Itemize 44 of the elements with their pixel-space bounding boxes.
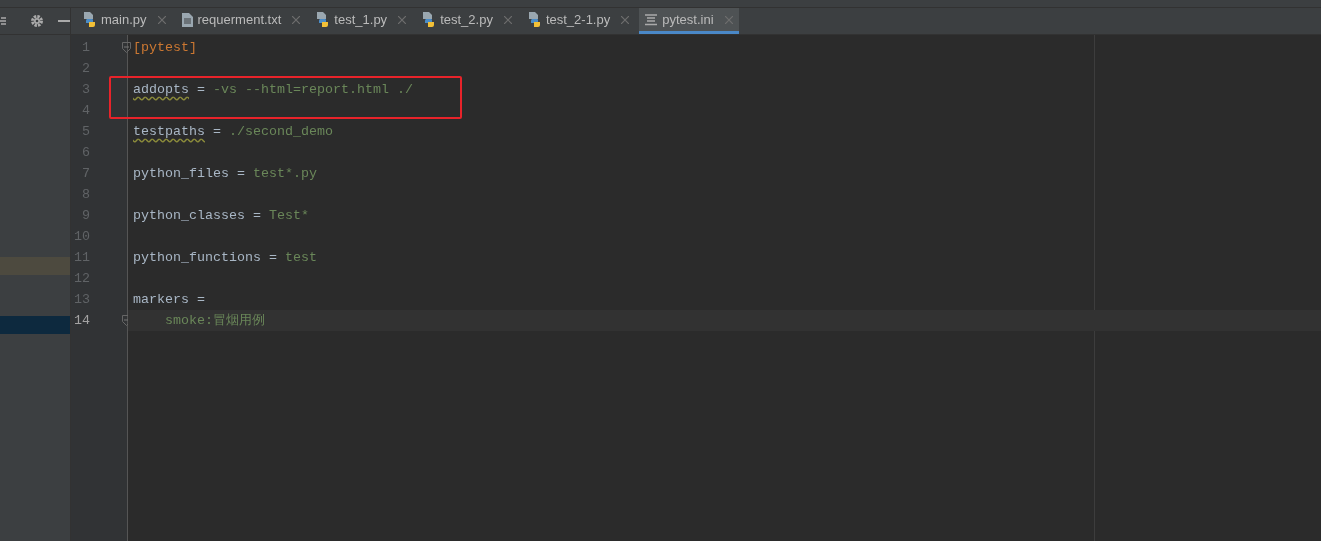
config-key: python_classes <box>133 208 245 223</box>
config-value: Test* <box>269 208 309 223</box>
equals-sign: = <box>251 208 262 223</box>
close-icon[interactable] <box>398 15 407 24</box>
file-tab[interactable]: main.py <box>77 8 172 34</box>
highlighted-row <box>0 257 70 275</box>
text-file-icon <box>181 12 193 27</box>
collapse-icon[interactable] <box>0 15 6 27</box>
close-icon[interactable] <box>292 15 301 24</box>
fold-icon[interactable] <box>122 315 131 326</box>
python-file-icon <box>527 12 541 27</box>
settings-icon[interactable] <box>30 14 44 28</box>
equals-sign: = <box>196 292 205 307</box>
config-value: ./second_demo <box>229 124 333 139</box>
file-tab[interactable]: test_2-1.py <box>521 8 636 34</box>
file-tab[interactable]: pytest.ini <box>639 8 739 34</box>
config-value: smoke:冒烟用例 <box>164 313 265 328</box>
file-tab[interactable]: test_1.py <box>310 8 413 34</box>
config-key: python_files <box>133 166 229 181</box>
config-file-icon <box>645 13 658 26</box>
equals-sign: = <box>235 166 246 181</box>
python-file-icon <box>83 12 96 27</box>
close-icon[interactable] <box>724 15 733 24</box>
config-key: markers <box>133 292 189 307</box>
close-icon[interactable] <box>157 15 166 24</box>
config-value: -vs --html=report.html ./ <box>213 82 413 97</box>
config-key: python_functions <box>133 250 261 265</box>
close-icon[interactable] <box>503 15 512 24</box>
selected-row <box>0 316 70 334</box>
file-tab[interactable]: requerment.txt <box>175 8 307 34</box>
python-file-icon <box>316 12 330 27</box>
equals-sign: = <box>196 82 206 97</box>
config-key: addopts <box>133 82 189 97</box>
fold-icon[interactable] <box>122 42 131 53</box>
python-file-icon <box>422 12 436 27</box>
close-icon[interactable] <box>621 15 630 24</box>
line-number: 14 <box>74 313 90 328</box>
config-value: test*.py <box>253 166 317 181</box>
equals-sign: = <box>267 250 278 265</box>
config-key: testpaths <box>133 124 205 139</box>
config-value: test <box>285 250 317 265</box>
file-tab[interactable]: test_2.py <box>416 8 518 34</box>
equals-sign: = <box>211 124 222 139</box>
section-header: [pytest] <box>133 40 197 55</box>
